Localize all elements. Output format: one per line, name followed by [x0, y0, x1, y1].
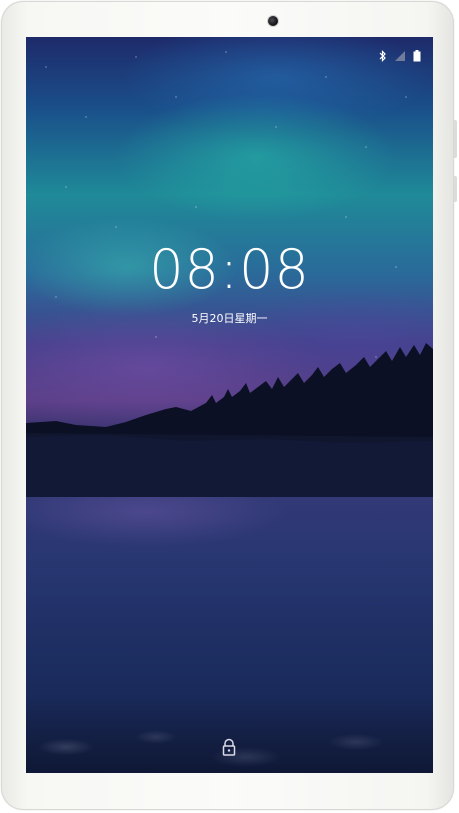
- wallpaper-treeline: [26, 343, 433, 497]
- power-button: [454, 176, 457, 202]
- front-camera: [268, 16, 278, 26]
- signal-off-icon: [395, 51, 405, 61]
- battery-icon: [413, 50, 421, 62]
- lockscreen-clock: 08:08: [149, 238, 310, 301]
- volume-button: [454, 120, 457, 158]
- lock-screen[interactable]: 08:08 5月20日星期一: [26, 37, 433, 773]
- wallpaper-shore-rocks: [26, 697, 433, 773]
- bluetooth-icon: [379, 50, 387, 62]
- status-bar: [379, 49, 421, 63]
- lockscreen-date: 5月20日星期一: [191, 312, 268, 325]
- lock-icon[interactable]: [221, 738, 237, 756]
